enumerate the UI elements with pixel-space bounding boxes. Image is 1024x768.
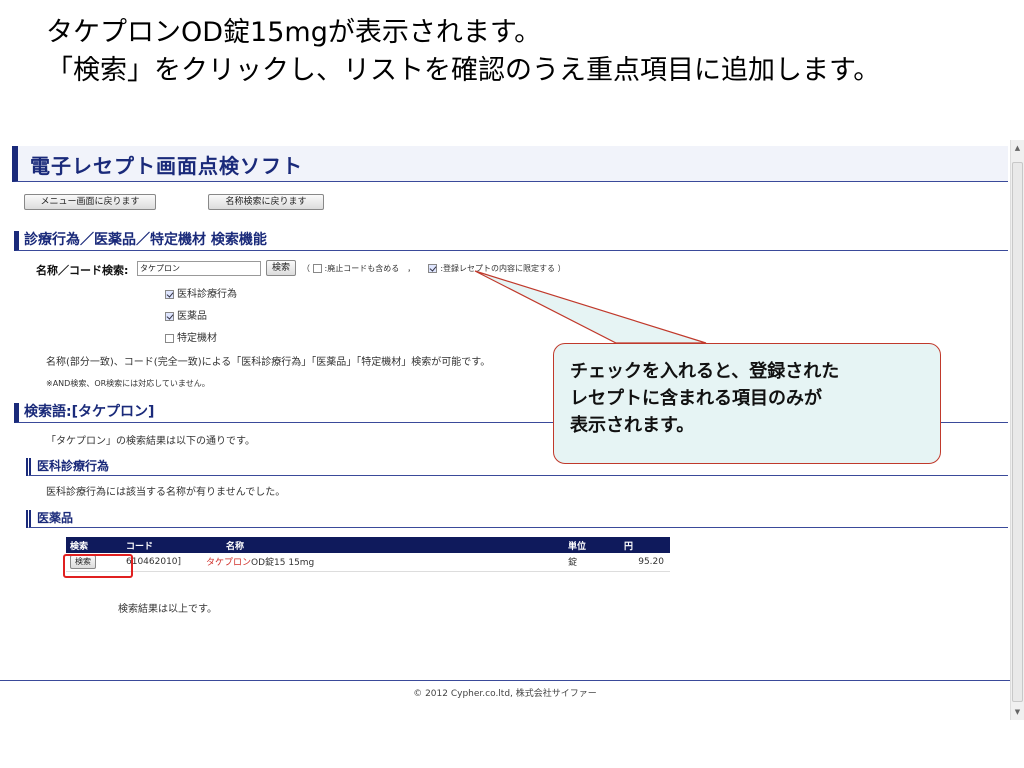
back-to-name-search-button[interactable]: 名称検索に戻ります	[208, 194, 324, 210]
callout-line-3: 表示されます。	[570, 415, 695, 436]
callout-line-1: チェックを入れると、登録された	[570, 361, 840, 382]
search-field-label: 名称／コード検索:	[36, 264, 129, 277]
category-medical-option: 医科診療行為	[165, 285, 237, 300]
results-end-text: 検索結果は以上です。	[118, 604, 217, 615]
category-material-checkbox[interactable]	[165, 333, 174, 343]
registered-only-checkbox[interactable]	[428, 264, 438, 273]
scroll-down-arrow-icon[interactable]: ▼	[1011, 706, 1024, 718]
back-to-menu-button[interactable]: メニュー画面に戻ります	[24, 194, 156, 210]
caption-line-1: タケプロンOD錠15mgが表示されます。	[46, 17, 542, 48]
col-unit: 単位	[564, 537, 620, 553]
results-summary: 「タケプロン」の検索結果は以下の通りです。	[46, 436, 255, 447]
scroll-up-arrow-icon[interactable]: ▲	[1011, 142, 1024, 154]
row-name-rest: OD錠15 15mg	[251, 558, 315, 569]
category-drug-label: 医薬品	[177, 311, 207, 322]
drug-subheading: 医薬品	[26, 510, 1008, 528]
table-header-row: 検索 コード 名称 単位 円	[66, 537, 670, 553]
search-button[interactable]: 検索	[266, 260, 296, 276]
table-row: 検索 610462010] タケプロンOD錠15 15mg 錠 95.20	[66, 553, 670, 572]
callout-balloon: チェックを入れると、登録された レセプトに含まれる項目のみが 表示されます。	[553, 343, 941, 464]
callout-line-2: レセプトに含まれる項目のみが	[570, 388, 822, 409]
row-name-link[interactable]: タケプロン	[206, 558, 251, 568]
row-code: 610462010]	[122, 553, 202, 572]
app-title: 電子レセプト画面点検ソフト	[30, 154, 303, 178]
category-medical-label: 医科診療行為	[177, 289, 237, 300]
abolished-code-checkbox[interactable]	[312, 264, 322, 273]
col-name: 名称	[202, 537, 564, 553]
category-material-label: 特定機材	[177, 333, 217, 344]
category-medical-checkbox[interactable]	[165, 289, 174, 299]
row-yen: 95.20	[620, 553, 670, 572]
abolished-code-label: :廃止コードも含める ，	[324, 264, 416, 273]
row-unit: 錠	[564, 553, 620, 572]
slide-caption: タケプロンOD錠15mgが表示されます。 「検索」をクリックし、リストを確認のう…	[46, 14, 880, 90]
search-input[interactable]	[137, 261, 261, 276]
drug-results-table: 検索 コード 名称 単位 円 検索 610462010] タケプロンOD錠15 …	[66, 537, 670, 572]
footer-divider	[0, 680, 1010, 681]
registered-only-label: :登録レセプトの内容に限定する ）	[440, 264, 566, 273]
paren-open: （	[302, 264, 310, 273]
caption-line-2: 「検索」をクリックし、リストを確認のうえ重点項目に追加します。	[46, 55, 881, 86]
row-name: タケプロンOD錠15 15mg	[202, 553, 564, 572]
col-code: コード	[122, 537, 202, 553]
search-note-2: ※AND検索、OR検索には対応していません。	[46, 379, 210, 388]
app-header: 電子レセプト画面点検ソフト	[12, 146, 1008, 182]
search-button-highlight	[63, 554, 133, 578]
footer: © 2012 Cypher.co.ltd, 株式会社サイファー	[413, 689, 597, 699]
search-section-heading: 診療行為／医薬品／特定機材 検索機能	[14, 231, 1008, 251]
search-note-1: 名称(部分一致)、コード(完全一致)による「医科診療行為」「医薬品」「特定機材」…	[46, 357, 491, 368]
col-search: 検索	[66, 537, 122, 553]
scrollbar-thumb[interactable]	[1012, 162, 1023, 702]
vertical-scrollbar[interactable]: ▲ ▼	[1010, 140, 1024, 720]
search-options: （ :廃止コードも含める ， :登録レセプトの内容に限定する ）	[302, 263, 566, 274]
category-drug-option: 医薬品	[165, 307, 207, 322]
category-drug-checkbox[interactable]	[165, 311, 174, 321]
col-yen: 円	[620, 537, 670, 553]
category-material-option: 特定機材	[165, 329, 217, 344]
medical-no-result: 医科診療行為には該当する名称が有りませんでした。	[46, 487, 286, 498]
